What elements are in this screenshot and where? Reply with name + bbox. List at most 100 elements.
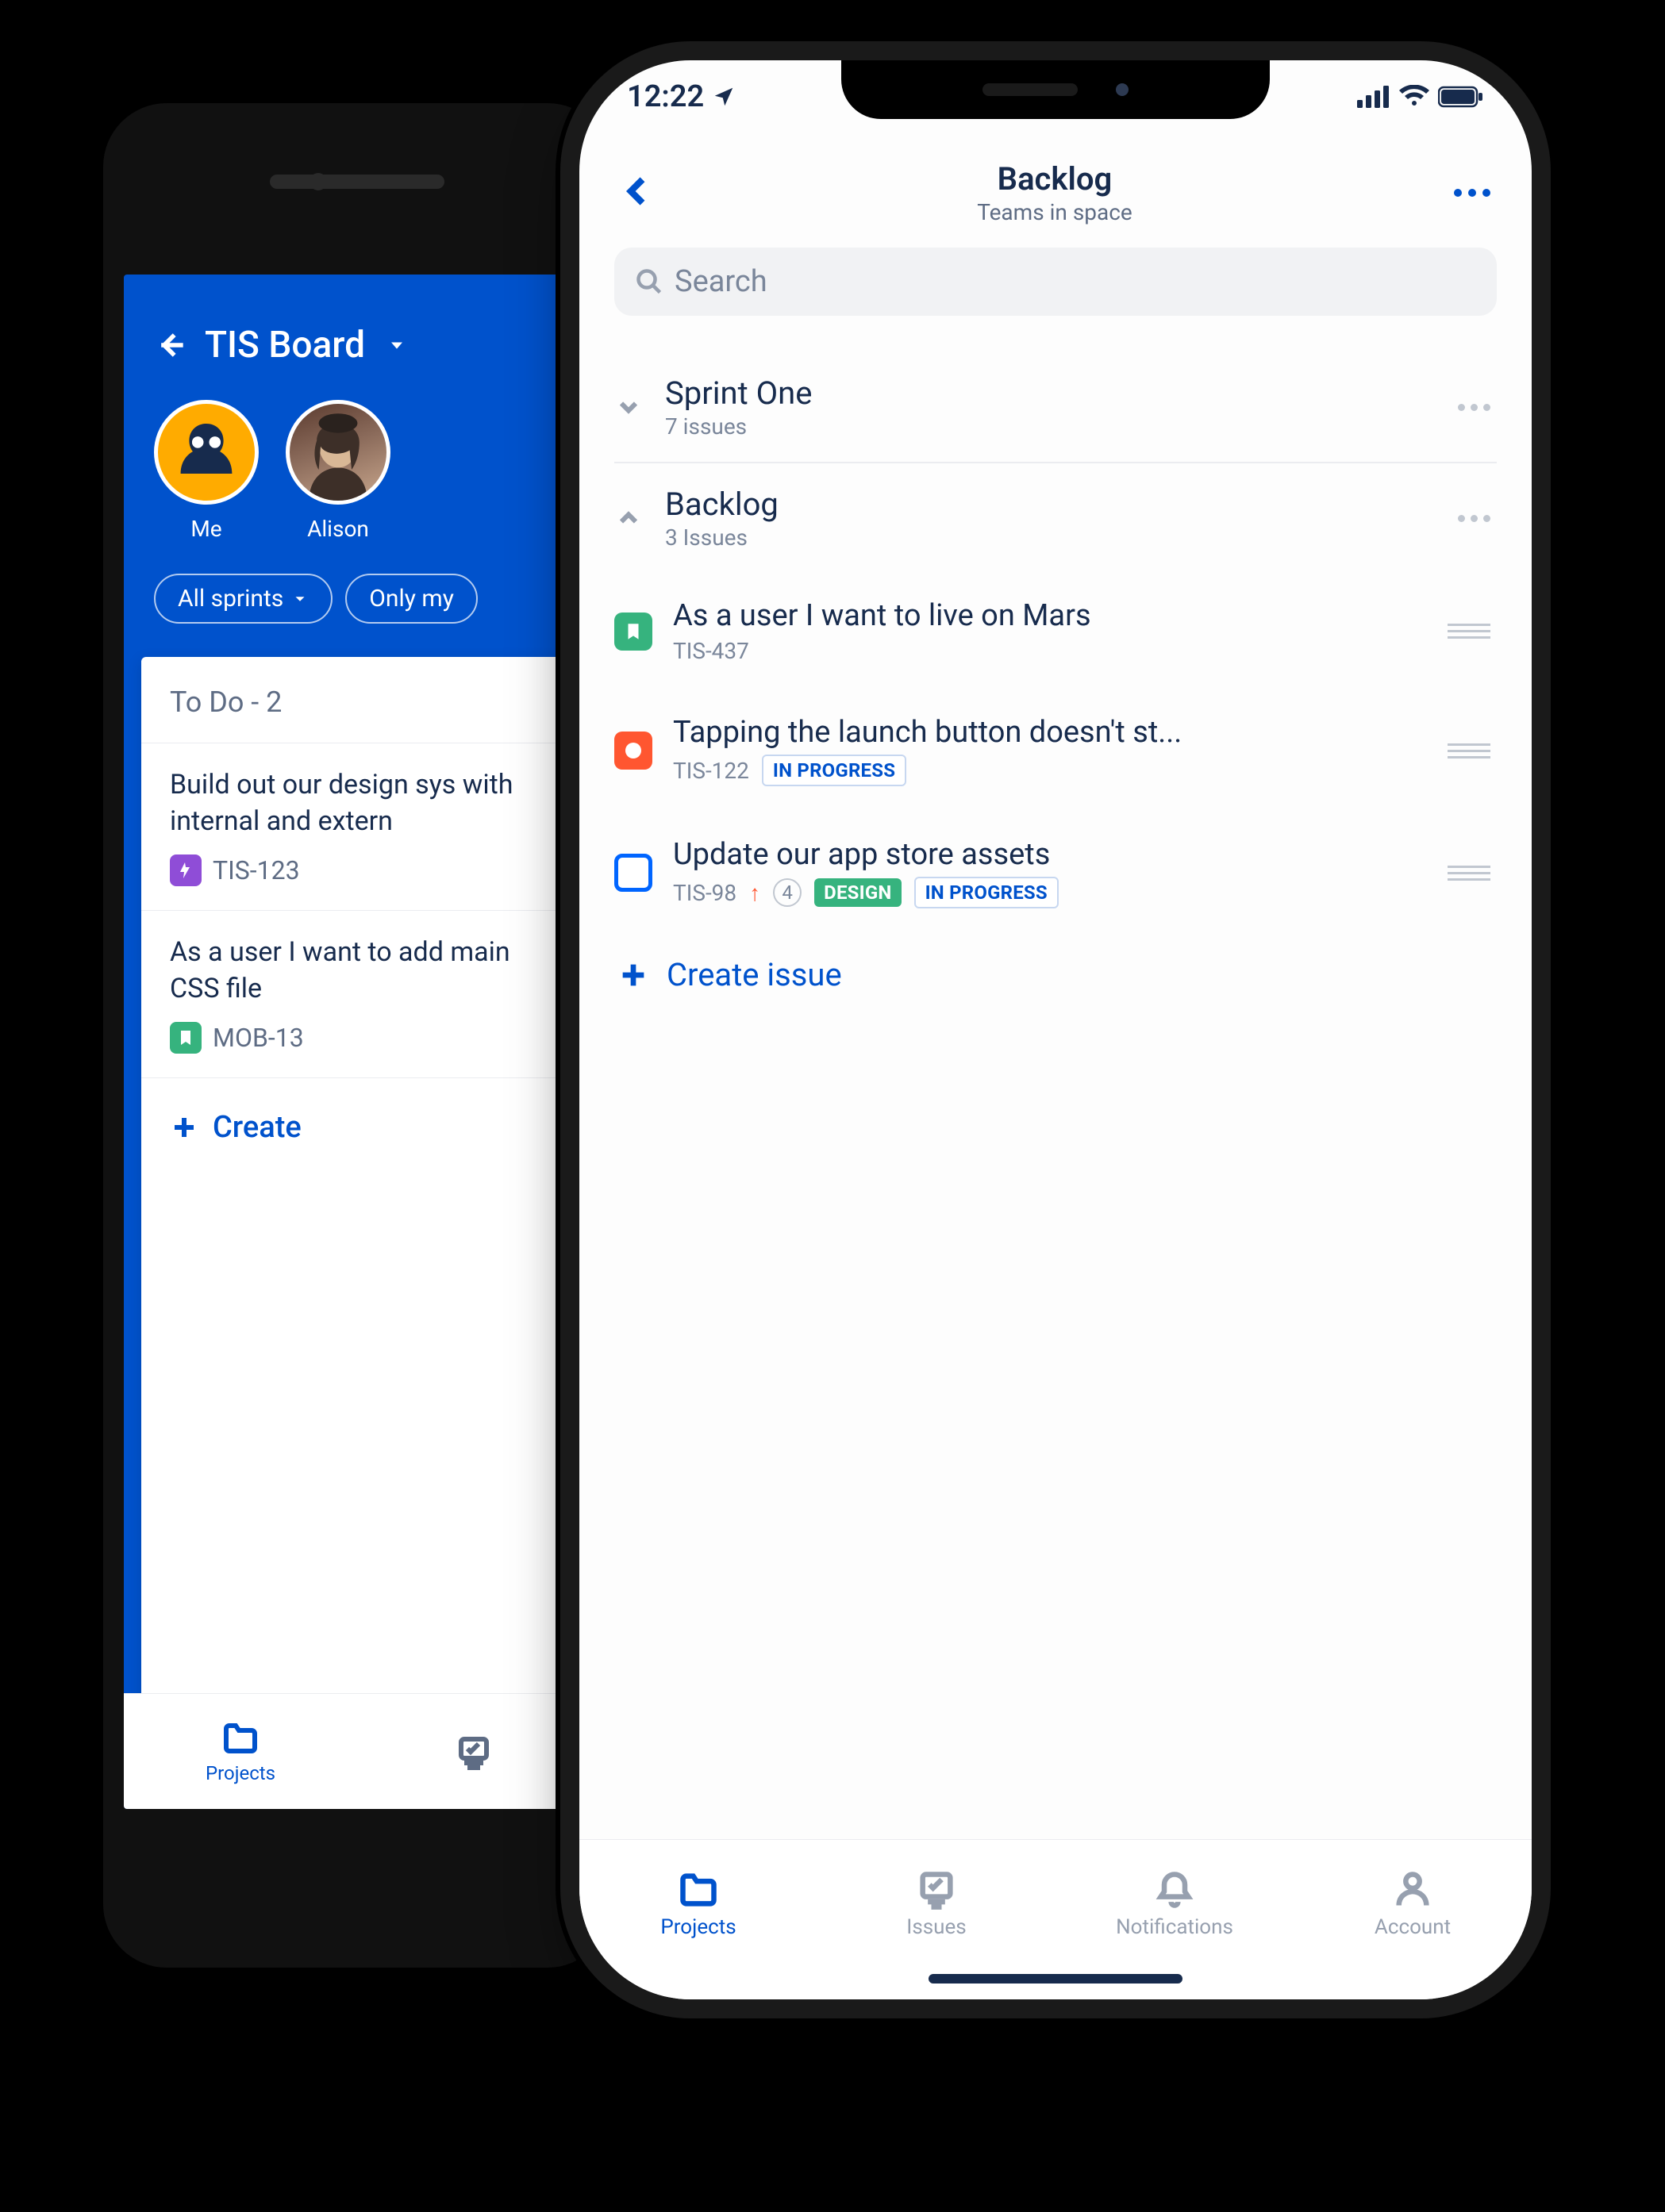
chevron-left-icon <box>621 174 656 209</box>
issue-key: MOB-13 <box>213 1023 304 1053</box>
backlog-issue[interactable]: As a user I want to live on Mars TIS-437 <box>579 573 1532 689</box>
issue-title: Update our app store assets <box>673 837 1427 872</box>
drag-handle-icon[interactable] <box>1448 624 1490 639</box>
search-placeholder: Search <box>675 264 767 299</box>
issue-card[interactable]: Build out our design sys with internal a… <box>141 743 590 910</box>
chip-only-my[interactable]: Only my <box>345 574 478 624</box>
chip-all-sprints[interactable]: All sprints <box>154 574 333 624</box>
plus-icon <box>170 1113 198 1142</box>
avatar-me[interactable]: Me <box>154 400 259 542</box>
issue-title: As a user I want to add main CSS file <box>170 935 562 1008</box>
tab-issues[interactable] <box>357 1694 590 1809</box>
tab-projects[interactable]: Projects <box>579 1840 817 1968</box>
home-indicator[interactable] <box>929 1974 1182 1984</box>
section-title: Sprint One <box>665 374 1458 412</box>
drag-handle-icon[interactable] <box>1448 866 1490 881</box>
issue-title: Tapping the launch button doesn't st... <box>673 715 1427 750</box>
column-card: To Do - 2 Build out our design sys with … <box>141 657 590 1809</box>
status-lozenge: IN PROGRESS <box>762 755 906 786</box>
issue-card[interactable]: As a user I want to add main CSS file MO… <box>141 910 590 1077</box>
android-speaker-grille <box>270 175 444 189</box>
wifi-icon <box>1398 85 1430 109</box>
issue-title: As a user I want to live on Mars <box>673 598 1427 633</box>
iphone-screen: Backlog Teams in space Search Sprint One… <box>579 140 1532 1999</box>
issues-icon <box>455 1733 493 1771</box>
chevron-down-icon <box>291 590 309 608</box>
section-more-button[interactable] <box>1458 515 1490 522</box>
chip-all-sprints-label: All sprints <box>178 585 283 613</box>
section-count: 3 Issues <box>665 524 1458 551</box>
nav-bar: Backlog Teams in space <box>579 140 1532 243</box>
backlog-issue[interactable]: Update our app store assets TIS-98 ↑ 4 D… <box>579 812 1532 934</box>
dropdown-triangle-icon[interactable] <box>386 334 408 356</box>
nav-title: Backlog <box>977 160 1132 198</box>
filter-chip-row: All sprints Only my <box>154 574 560 624</box>
drag-handle-icon[interactable] <box>1448 743 1490 758</box>
more-button[interactable] <box>1454 189 1490 197</box>
section-title: Backlog <box>665 486 1458 523</box>
board-header: TIS Board Me <box>124 275 590 624</box>
iphone-frame: 12:22 Backlog Teams in space <box>579 60 1532 1999</box>
avatar-me-image <box>154 400 259 505</box>
avatar-alison[interactable]: Alison <box>286 400 390 542</box>
create-label: Create <box>213 1110 302 1145</box>
avatar-row: Me Alison <box>154 400 560 542</box>
column-title: To Do - 2 <box>141 657 590 743</box>
section-backlog[interactable]: Backlog 3 Issues <box>579 463 1532 573</box>
android-tab-bar: Projects <box>124 1693 590 1809</box>
status-bar: 12:22 <box>579 75 1532 119</box>
back-arrow-icon[interactable] <box>154 328 189 363</box>
epic-lozenge: DESIGN <box>814 878 901 907</box>
plus-icon <box>617 959 649 991</box>
tab-label: Issues <box>906 1915 966 1939</box>
search-input[interactable]: Search <box>614 248 1497 316</box>
board-title: TIS Board <box>205 324 365 367</box>
issue-key: TIS-98 <box>673 880 736 906</box>
person-icon <box>1392 1869 1433 1911</box>
avatar-alison-label: Alison <box>307 516 369 542</box>
tab-label: Notifications <box>1116 1915 1233 1939</box>
tab-label: Projects <box>660 1915 736 1939</box>
tab-account[interactable]: Account <box>1294 1840 1532 1968</box>
issue-key: TIS-123 <box>213 855 300 885</box>
bug-type-icon <box>614 732 652 770</box>
folder-icon <box>221 1719 260 1757</box>
folder-icon <box>678 1869 719 1911</box>
issue-meta: TIS-123 <box>170 854 562 886</box>
nav-title-group: Backlog Teams in space <box>977 160 1132 225</box>
battery-icon <box>1438 86 1484 108</box>
tab-issues[interactable]: Issues <box>817 1840 1056 1968</box>
tab-notifications[interactable]: Notifications <box>1056 1840 1294 1968</box>
bell-icon <box>1154 1869 1195 1911</box>
chevron-up-icon <box>614 504 643 532</box>
chip-only-my-label: Only my <box>369 585 454 613</box>
tab-label: Account <box>1375 1915 1451 1939</box>
section-list: Sprint One 7 issues Backlog 3 Issues As … <box>579 352 1532 1016</box>
epic-type-icon <box>170 854 202 886</box>
create-button[interactable]: Create <box>141 1077 590 1177</box>
status-time: 12:22 <box>627 79 704 114</box>
issue-meta: MOB-13 <box>170 1022 562 1054</box>
board-title-row[interactable]: TIS Board <box>154 324 560 367</box>
search-icon <box>635 267 663 296</box>
section-more-button[interactable] <box>1458 404 1490 411</box>
issue-key: TIS-437 <box>673 638 749 664</box>
android-screen: TIS Board Me <box>124 275 590 1809</box>
create-issue-label: Create issue <box>667 956 842 993</box>
section-sprint-one[interactable]: Sprint One 7 issues <box>614 352 1497 463</box>
estimate-badge: 4 <box>773 878 802 907</box>
location-arrow-icon <box>712 85 736 109</box>
story-type-icon <box>170 1022 202 1054</box>
tab-label: Projects <box>206 1762 275 1784</box>
person-avatar-icon <box>171 417 242 488</box>
story-type-icon <box>614 613 652 651</box>
issue-key: TIS-122 <box>673 758 749 784</box>
avatar-me-label: Me <box>190 516 221 542</box>
issue-title: Build out our design sys with internal a… <box>170 767 562 840</box>
task-type-icon <box>614 854 652 892</box>
backlog-issue[interactable]: Tapping the launch button doesn't st... … <box>579 689 1532 812</box>
back-button[interactable] <box>621 174 656 212</box>
create-issue-button[interactable]: Create issue <box>579 934 1532 1016</box>
tab-projects[interactable]: Projects <box>124 1694 357 1809</box>
android-phone-frame: TIS Board Me <box>103 103 611 1968</box>
